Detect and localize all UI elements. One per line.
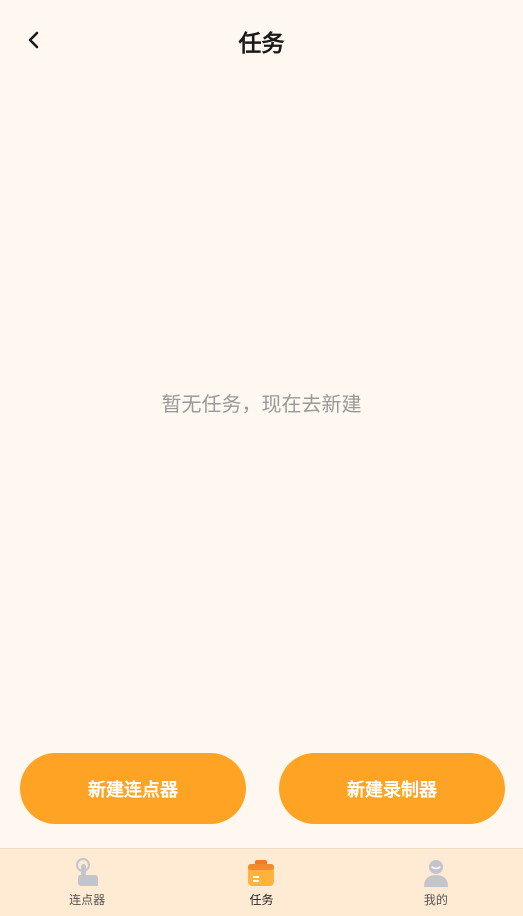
tab-profile[interactable]: 我的	[349, 849, 523, 916]
empty-state-message: 暂无任务，现在去新建	[161, 392, 362, 416]
tab-tasks[interactable]: 任务	[174, 849, 348, 916]
bottom-tab-bar: 连点器 任务 我的	[0, 848, 523, 916]
tab-label: 我的	[423, 893, 448, 907]
header: 任务	[0, 0, 523, 80]
new-recorder-button[interactable]: 新建录制器	[279, 753, 505, 824]
tap-hand-icon	[76, 858, 99, 886]
tab-label: 连点器	[69, 893, 106, 907]
new-clicker-button[interactable]: 新建连点器	[20, 753, 246, 824]
tab-label: 任务	[249, 893, 274, 907]
task-box-icon	[248, 860, 275, 886]
user-profile-icon	[423, 860, 448, 887]
page-title: 任务	[238, 31, 285, 57]
tab-clicker[interactable]: 连点器	[0, 849, 174, 916]
